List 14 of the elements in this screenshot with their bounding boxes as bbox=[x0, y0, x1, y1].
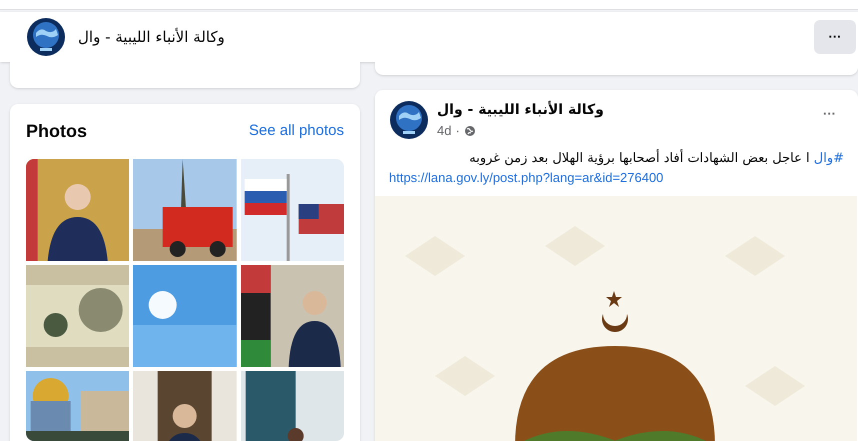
photos-title: Photos bbox=[26, 120, 87, 143]
logo-icon bbox=[26, 17, 66, 57]
separator-dot: · bbox=[455, 122, 460, 140]
see-all-photos-link[interactable]: See all photos bbox=[248, 120, 344, 143]
more-button[interactable]: ··· bbox=[814, 20, 856, 54]
globe-icon bbox=[464, 124, 476, 137]
post-text: #وال ا عاجل بعض الشهادات أفاد أصحابها برؤية الهلال بعد زمن غروبه bbox=[468, 148, 844, 168]
page-name[interactable]: وكالة الأنباء الليبية - وال bbox=[78, 26, 225, 48]
post-time[interactable]: 4d bbox=[437, 121, 452, 140]
post-link[interactable]: https://lana.gov.ly/post.php?lang=ar&id=276400 bbox=[389, 168, 844, 188]
hashtag-link[interactable]: #وال bbox=[814, 150, 844, 166]
logo-icon bbox=[389, 100, 429, 140]
author-name[interactable]: وكالة الأنباء الليبية - وال bbox=[437, 100, 604, 121]
more-button[interactable]: ··· bbox=[815, 104, 844, 124]
